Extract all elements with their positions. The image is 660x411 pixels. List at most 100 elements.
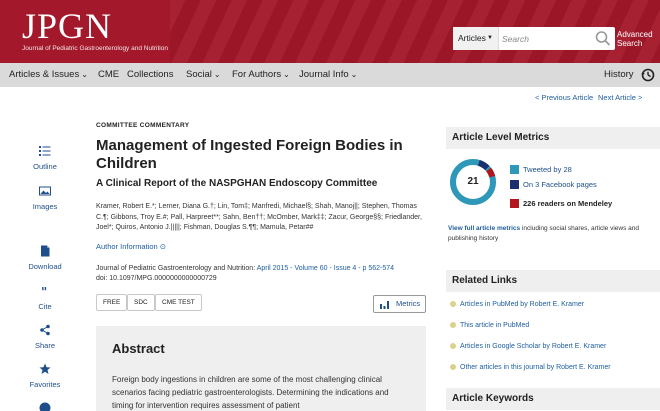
nav-label: Social	[186, 69, 212, 80]
search-scope-select[interactable]: Articles ▼	[453, 27, 499, 50]
bar-chart-icon	[380, 301, 389, 309]
related-link[interactable]: Articles in Google Scholar by Robert E. …	[450, 342, 606, 352]
rail-label: Favorites	[29, 380, 61, 389]
cme-test-badge[interactable]: CME TEST	[155, 294, 202, 311]
quote-icon: "	[41, 285, 47, 297]
site-header: JPGN Journal of Pediatric Gastroenterolo…	[0, 0, 660, 63]
article-level-metrics-heading: Article Level Metrics	[446, 127, 660, 149]
related-link-label: This article in PubMed	[460, 322, 530, 329]
search-scope-label: Articles	[458, 33, 486, 43]
journal-name: Journal of Pediatric Gastroenterology an…	[96, 265, 257, 272]
journal-logo[interactable]: JPGN Journal of Pediatric Gastroenterolo…	[22, 8, 168, 53]
related-link[interactable]: Other articles in this journal by Robert…	[450, 363, 611, 373]
rail-outline[interactable]: Outline	[22, 145, 68, 171]
nav-collections[interactable]: Collections	[127, 63, 173, 87]
svg-text:": "	[41, 285, 47, 297]
nav-label: Journal Info	[299, 69, 349, 80]
rail-cite[interactable]: " Cite	[22, 285, 68, 311]
nav-history[interactable]: History	[604, 63, 634, 87]
related-link-label: Articles in PubMed by Robert E. Kramer	[460, 301, 585, 308]
chevron-down-icon: ⌄	[81, 70, 88, 79]
next-article-link[interactable]: Next Article >	[598, 93, 642, 102]
bullet-icon	[450, 364, 456, 371]
outline-icon	[39, 146, 51, 156]
nav-label: CME	[98, 69, 120, 80]
bullet-icon	[450, 343, 456, 350]
rail-label: Download	[28, 262, 62, 271]
history-icon[interactable]	[641, 68, 655, 82]
author-info-label: Author Information	[96, 242, 158, 251]
rail-share[interactable]: Share	[22, 324, 68, 350]
article-kicker: COMMITTEE COMMENTARY	[96, 122, 190, 129]
nav-journal-info[interactable]: Journal Info ⌄	[299, 63, 357, 87]
rail-more[interactable]	[22, 402, 68, 411]
related-link-label: Other articles in this journal by Robert…	[460, 364, 611, 371]
images-icon	[39, 186, 51, 196]
related-link-label: Articles in Google Scholar by Robert E. …	[460, 343, 607, 350]
chevron-down-icon: ⌄	[283, 70, 290, 79]
star-icon	[39, 363, 51, 374]
nav-label: Collections	[127, 69, 174, 80]
metrics-button[interactable]: Metrics	[373, 295, 426, 313]
advanced-search-line1: Advanced	[617, 30, 653, 39]
nav-label: For Authors	[232, 69, 282, 80]
rail-label: Share	[34, 341, 55, 350]
nav-label: Articles & Issues	[9, 69, 80, 80]
nav-cme[interactable]: CME	[98, 63, 119, 87]
history-label: History	[604, 69, 634, 80]
nav-for-authors[interactable]: For Authors ⌄	[232, 63, 290, 87]
caret-down-icon: ▼	[487, 35, 493, 41]
abstract-heading: Abstract	[112, 341, 165, 356]
nav-articles-issues[interactable]: Articles & Issues ⌄	[9, 63, 88, 87]
bullet-icon	[450, 322, 456, 329]
chevron-down-icon: ⌄	[350, 70, 358, 79]
rail-favorites[interactable]: Favorites	[22, 363, 68, 389]
citation-info: Journal of Pediatric Gastroenterology an…	[96, 264, 426, 284]
rail-label: Cite	[38, 302, 52, 311]
advanced-search-link[interactable]: Advanced Search	[617, 30, 653, 48]
twitter-swatch	[510, 165, 519, 174]
rail-label: Images	[32, 202, 58, 211]
journal-issue-link[interactable]: April 2015 - Volume 60 - Issue 4 - p 562…	[257, 265, 394, 272]
abstract-text: Foreign body ingestions in children are …	[112, 375, 389, 410]
main-nav: Articles & Issues ⌄ CME Collections Socia…	[0, 63, 660, 87]
nav-social[interactable]: Social ⌄	[186, 63, 221, 87]
related-link[interactable]: This article in PubMed	[450, 321, 529, 331]
bullet-icon	[450, 301, 456, 308]
facebook-swatch	[510, 180, 519, 189]
rail-images[interactable]: Images	[22, 185, 68, 211]
article-title: Management of Ingested Foreign Bodies in…	[96, 137, 403, 172]
chevron-down-icon: ⌄	[213, 70, 221, 79]
metrics-button-label: Metrics	[396, 299, 421, 308]
search-box: Articles ▼	[453, 27, 615, 50]
mendeley-swatch	[510, 199, 519, 208]
search-input[interactable]	[502, 27, 594, 50]
magnifier-icon[interactable]	[594, 30, 612, 47]
metric-facebook-label: On 3 Facebook pages	[523, 180, 597, 189]
related-links-heading: Related Links	[446, 270, 660, 292]
rail-download[interactable]: Download	[22, 245, 68, 271]
share-icon	[40, 324, 50, 336]
previous-article-link[interactable]: < Previous Article	[535, 93, 593, 102]
altmetric-score: 21	[467, 176, 479, 187]
chevron-down-circle-icon: ⊙	[159, 242, 167, 251]
author-list: Kramer, Robert E.*; Lerner, Diana G.†; L…	[96, 203, 422, 231]
metric-twitter-label: Tweeted by 28	[523, 165, 572, 174]
doi-text: doi: 10.1097/MPG.0000000000000729	[96, 275, 217, 282]
circle-icon	[39, 402, 51, 411]
article-subtitle: A Clinical Report of the NASPGHAN Endosc…	[96, 178, 378, 189]
sdc-badge[interactable]: SDC	[127, 294, 155, 311]
full-metrics-note: View full article metrics including soci…	[448, 224, 658, 244]
abstract-section: Abstract Foreign body ingestions in chil…	[96, 326, 426, 411]
advanced-search-line2: Search	[617, 39, 643, 48]
page: JPGN Journal of Pediatric Gastroenterolo…	[0, 0, 660, 411]
rail-label: Outline	[33, 162, 57, 171]
download-icon	[41, 245, 50, 257]
article-keywords-heading: Article Keywords	[446, 388, 660, 410]
logo-text: JPGN	[22, 6, 113, 46]
logo-subtitle: Journal of Pediatric Gastroenterology an…	[22, 45, 168, 52]
full-metrics-link[interactable]: View full article metrics	[448, 225, 520, 232]
free-badge[interactable]: FREE	[96, 294, 128, 311]
related-link[interactable]: Articles in PubMed by Robert E. Kramer	[450, 300, 584, 310]
author-information-toggle[interactable]: Author Information ⊙	[96, 242, 166, 251]
